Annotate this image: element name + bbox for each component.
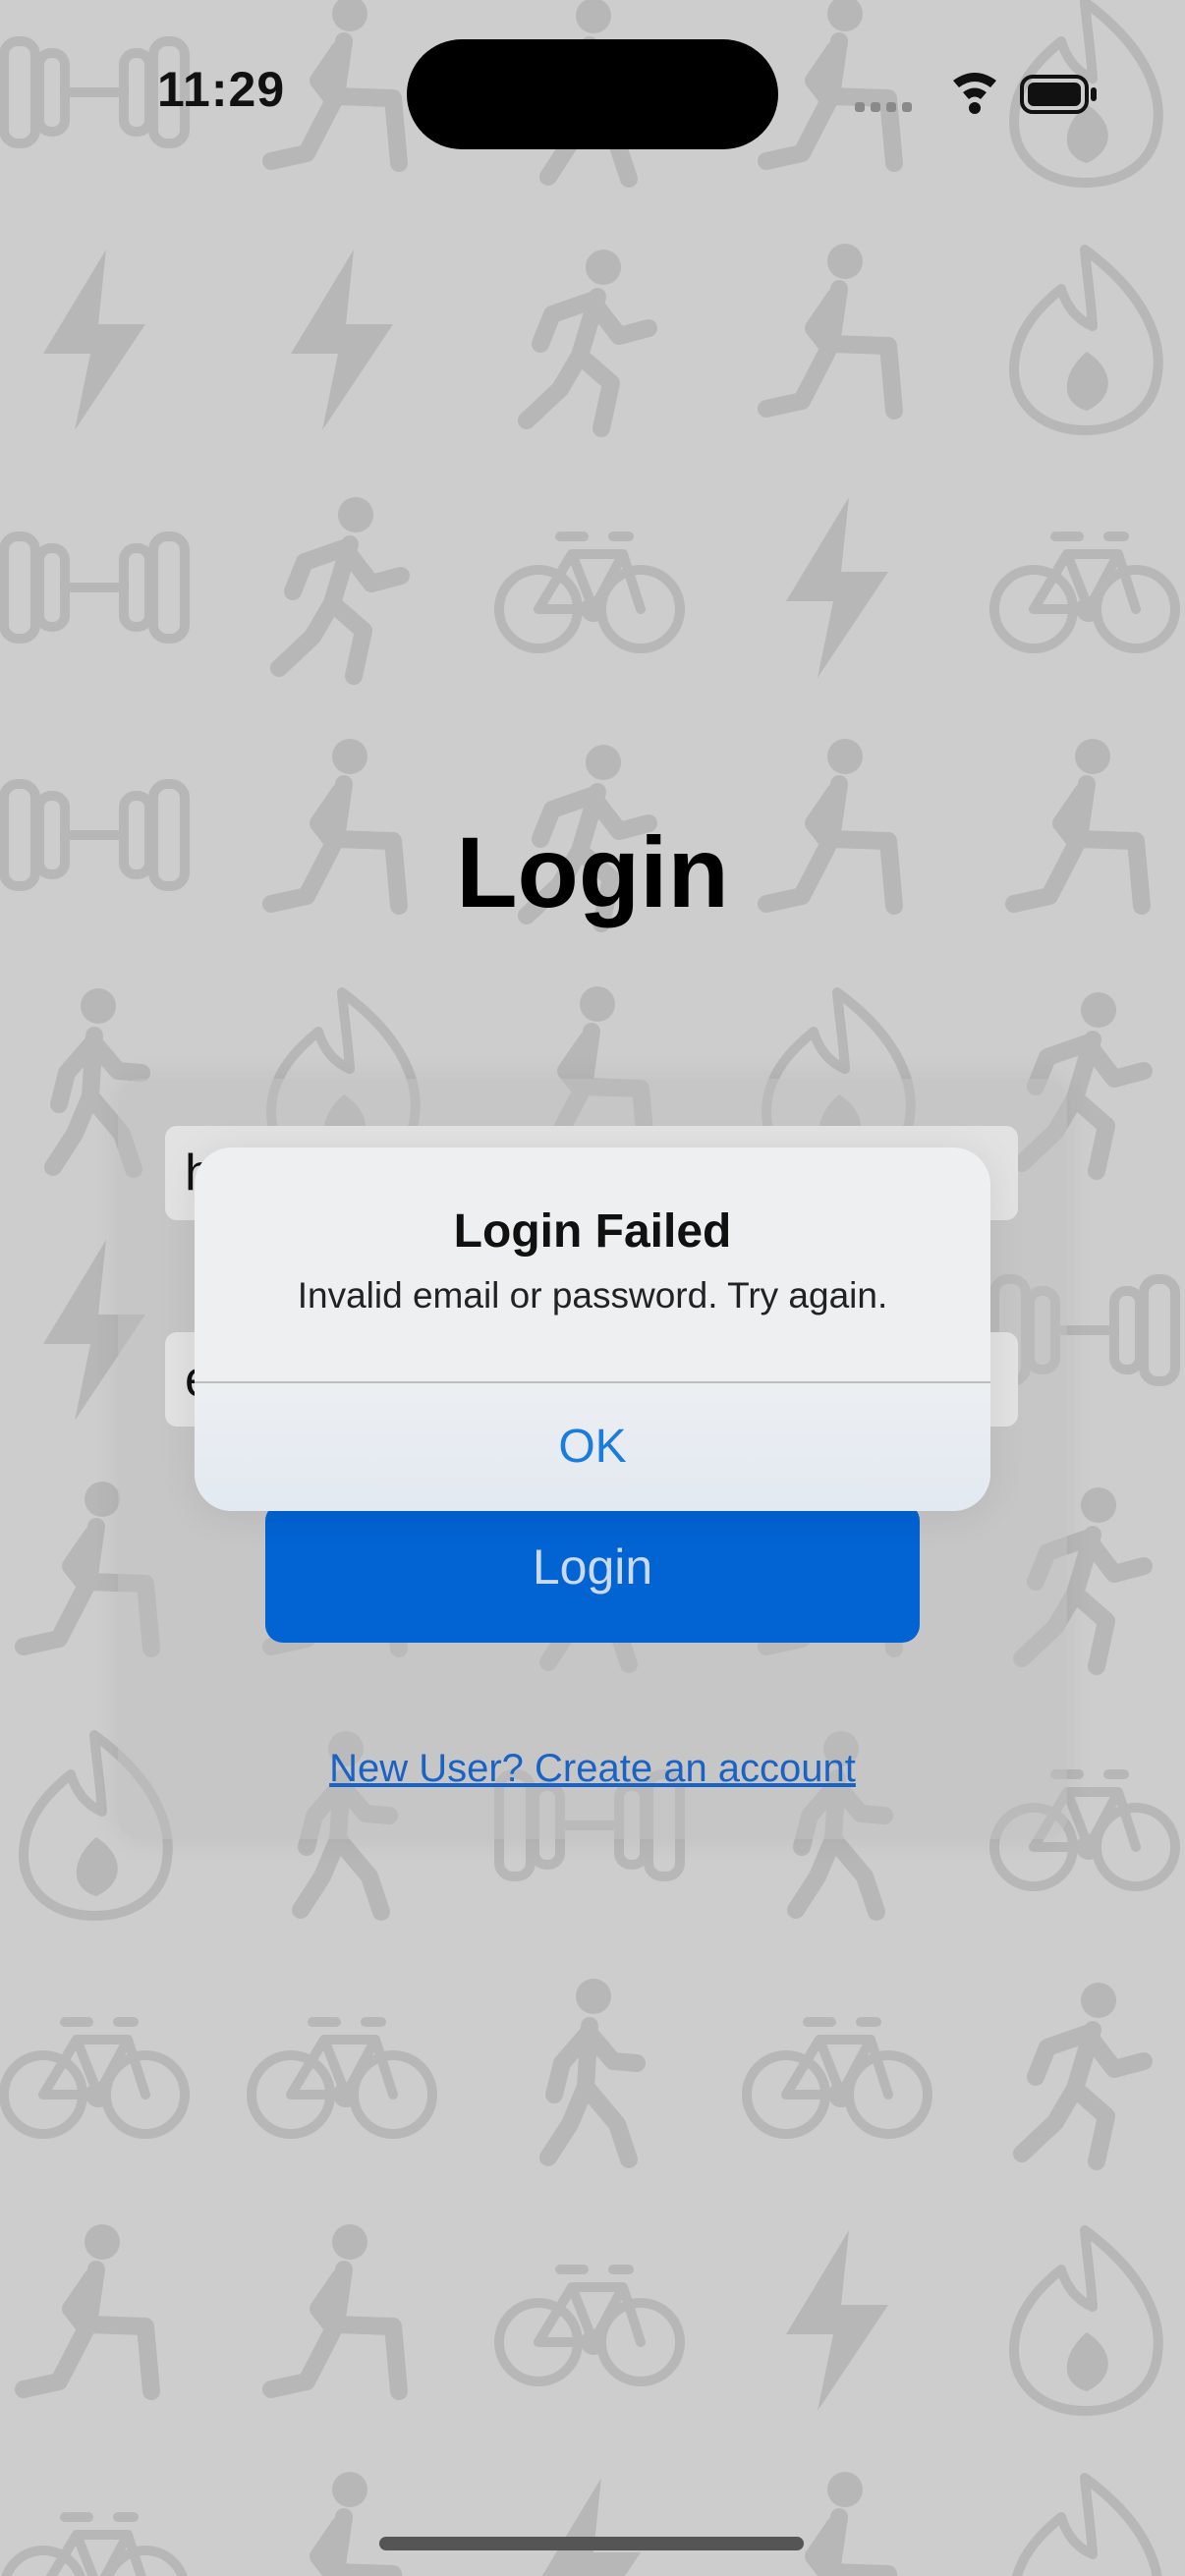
wifi-icon — [953, 73, 996, 114]
login-button[interactable]: Login — [265, 1503, 920, 1643]
runner-icon — [1022, 1983, 1144, 2161]
dumbbell-icon — [4, 536, 185, 639]
flame-icon — [1014, 2230, 1158, 2411]
cellular-icon — [855, 102, 912, 112]
battery-icon — [1020, 75, 1097, 114]
flame-icon — [1014, 2478, 1158, 2576]
lightning-icon — [538, 2478, 641, 2576]
status-time: 11:29 — [157, 62, 286, 117]
bicycle-icon — [994, 536, 1175, 648]
runner-icon — [279, 497, 401, 676]
runner-icon — [527, 250, 649, 428]
lightning-icon — [43, 250, 145, 430]
alert-dialog: Login Failed Invalid email or password. … — [195, 1148, 990, 1511]
page-title: Login — [456, 816, 729, 928]
alert-title: Login Failed — [453, 1205, 732, 1258]
bicycle-icon — [4, 2517, 185, 2576]
walking-icon — [548, 1979, 637, 2159]
bicycle-icon — [252, 2022, 432, 2134]
home-indicator — [379, 2537, 804, 2550]
bicycle-icon — [499, 536, 680, 648]
lightning-icon — [786, 2230, 888, 2411]
alert-message: Invalid email or password. Try again. — [297, 1275, 888, 1316]
bicycle-icon — [747, 2022, 928, 2134]
lightning-icon — [786, 497, 888, 678]
lunge-icon — [24, 2224, 151, 2391]
flame-icon — [1014, 250, 1158, 430]
status-icons — [855, 73, 1097, 114]
lightning-icon — [291, 250, 393, 430]
create-account-link[interactable]: New User? Create an account — [0, 1747, 1185, 1791]
bicycle-icon — [4, 2022, 185, 2134]
lunge-icon — [271, 0, 399, 163]
lunge-icon — [766, 2472, 894, 2576]
lunge-icon — [766, 244, 894, 411]
lunge-icon — [271, 2472, 399, 2576]
alert-ok-button[interactable]: OK — [195, 1383, 990, 1511]
lunge-icon — [271, 2224, 399, 2391]
bicycle-icon — [499, 2269, 680, 2381]
dynamic-island — [407, 39, 778, 149]
